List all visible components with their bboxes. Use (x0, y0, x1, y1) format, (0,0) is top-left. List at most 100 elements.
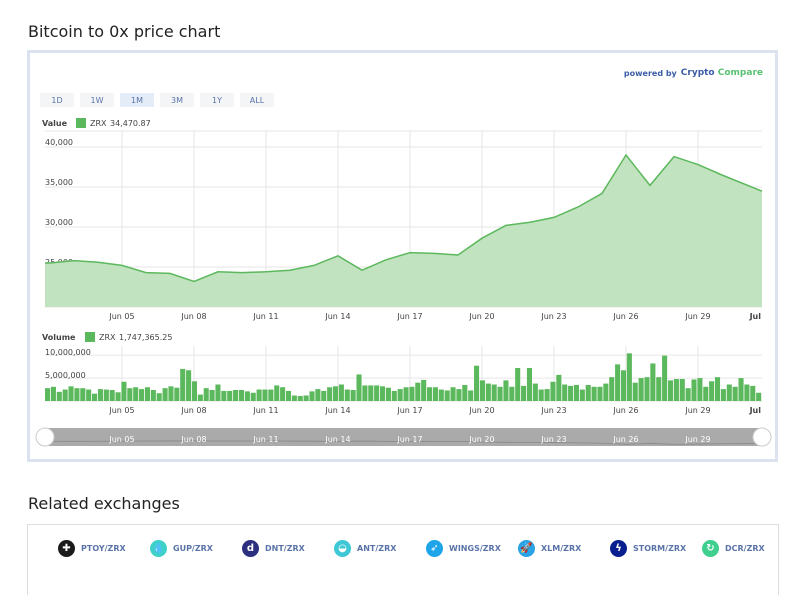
volume-bar (509, 386, 515, 401)
volume-bar (50, 386, 56, 401)
volume-bar (221, 390, 227, 401)
volume-bar (544, 389, 550, 401)
related-exchange-ant-zrx[interactable]: ◒ ANT/ZRX (334, 540, 396, 557)
volume-y-tick: 5,000,000 (45, 371, 86, 380)
exchange-pair-label: DNT/ZRX (265, 544, 305, 553)
volume-x-tick: Jun 23 (540, 406, 566, 415)
price-x-tick: Jul (749, 312, 762, 321)
price-x-tick: Jun 17 (396, 312, 422, 321)
coin-logo-icon: ✚ (58, 540, 75, 557)
volume-bar (309, 391, 315, 401)
volume-bar (92, 393, 98, 401)
related-exchange-dnt-zrx[interactable]: d DNT/ZRX (242, 540, 305, 557)
volume-bar (315, 389, 321, 401)
price-area (45, 155, 762, 307)
coin-logo-icon: ↻ (702, 540, 719, 557)
volume-legend-label: Volume (42, 333, 76, 342)
volume-bar (215, 384, 221, 401)
volume-bar (80, 388, 86, 401)
navigator-tick: Jun 17 (396, 435, 422, 444)
volume-bar (74, 388, 80, 401)
volume-bar (497, 386, 503, 401)
page-title: Bitcoin to 0x price chart (28, 22, 221, 41)
volume-bar (491, 384, 497, 401)
volume-bar (756, 392, 762, 401)
coin-logo-icon: d (242, 540, 259, 557)
volume-bar (444, 390, 450, 401)
volume-bar (638, 378, 644, 401)
volume-x-tick: Jun 11 (252, 406, 278, 415)
volume-bar (350, 390, 356, 401)
volume-bar (321, 390, 327, 401)
volume-legend-series: ZRX (99, 333, 116, 342)
volume-bar (585, 384, 591, 401)
coin-logo-icon: 🚀 (518, 540, 535, 557)
volume-bar (174, 387, 180, 401)
price-legend-value: 34,470.87 (110, 119, 151, 128)
volume-bar (421, 379, 427, 401)
volume-bar (332, 386, 339, 401)
volume-x-tick: Jun 08 (180, 406, 206, 415)
price-x-tick: Jun 20 (468, 312, 494, 321)
volume-bar (626, 353, 632, 401)
navigator-tick: Jun 08 (180, 435, 206, 444)
volume-bar (56, 391, 62, 401)
related-exchange-ptoy-zrx[interactable]: ✚ PTOY/ZRX (58, 540, 126, 557)
volume-bar (86, 389, 92, 401)
volume-bar (368, 385, 374, 401)
related-exchange-xlm-zrx[interactable]: 🚀 XLM/ZRX (518, 540, 581, 557)
volume-bar (168, 386, 174, 401)
volume-bar (268, 389, 274, 401)
related-exchange-gup-zrx[interactable]: 💧 GUP/ZRX (150, 540, 213, 557)
price-legend-series: ZRX (90, 119, 107, 128)
volume-bar (709, 381, 715, 401)
volume-bar (644, 377, 650, 401)
volume-bar (479, 380, 485, 401)
related-exchange-storm-zrx[interactable]: ϟ STORM/ZRX (610, 540, 686, 557)
volume-bar (703, 386, 709, 401)
volume-bar (597, 386, 603, 401)
volume-bar (162, 388, 168, 401)
volume-bar (432, 387, 438, 401)
volume-bar (397, 389, 403, 401)
volume-bar (650, 363, 656, 401)
volume-bar (697, 378, 703, 401)
navigator-tick: Jun 23 (540, 435, 566, 444)
price-x-tick: Jun 05 (108, 312, 134, 321)
volume-bar (103, 389, 109, 401)
volume-bar (462, 384, 468, 401)
volume-bar (438, 389, 444, 401)
volume-bar (379, 386, 386, 401)
volume-bar (227, 390, 233, 401)
volume-bar (150, 390, 156, 401)
coin-logo-icon: ➶ (426, 540, 443, 557)
volume-bar (238, 390, 245, 401)
volume-bar (156, 393, 162, 401)
volume-bar (297, 395, 303, 401)
price-y-tick: 40,000 (45, 138, 73, 147)
volume-bar (667, 380, 674, 401)
volume-bar (685, 388, 691, 401)
volume-bar (744, 384, 750, 401)
volume-bar (274, 385, 280, 401)
volume-bar (144, 387, 150, 401)
exchange-pair-label: STORM/ZRX (633, 544, 687, 553)
volume-legend-value: 1,747,365.25 (119, 333, 172, 342)
coin-logo-icon: ϟ (610, 540, 627, 557)
volume-bar (45, 388, 51, 401)
volume-bar (450, 387, 456, 401)
volume-bar (180, 368, 186, 401)
navigator-right-handle[interactable] (752, 427, 772, 447)
price-x-tick: Jun 14 (324, 312, 350, 321)
navigator-left-handle[interactable] (35, 427, 55, 447)
related-exchange-wings-zrx[interactable]: ➶ WINGS/ZRX (426, 540, 501, 557)
volume-bar (620, 370, 627, 401)
volume-x-tick: Jun 17 (396, 406, 422, 415)
volume-bar (591, 386, 597, 401)
volume-bar (97, 389, 103, 401)
volume-x-tick: Jun 20 (468, 406, 494, 415)
volume-bar (562, 384, 568, 401)
related-exchange-dcr-zrx[interactable]: ↻ DCR/ZRX (702, 540, 765, 557)
volume-bar (256, 389, 262, 401)
volume-bar (615, 364, 621, 401)
